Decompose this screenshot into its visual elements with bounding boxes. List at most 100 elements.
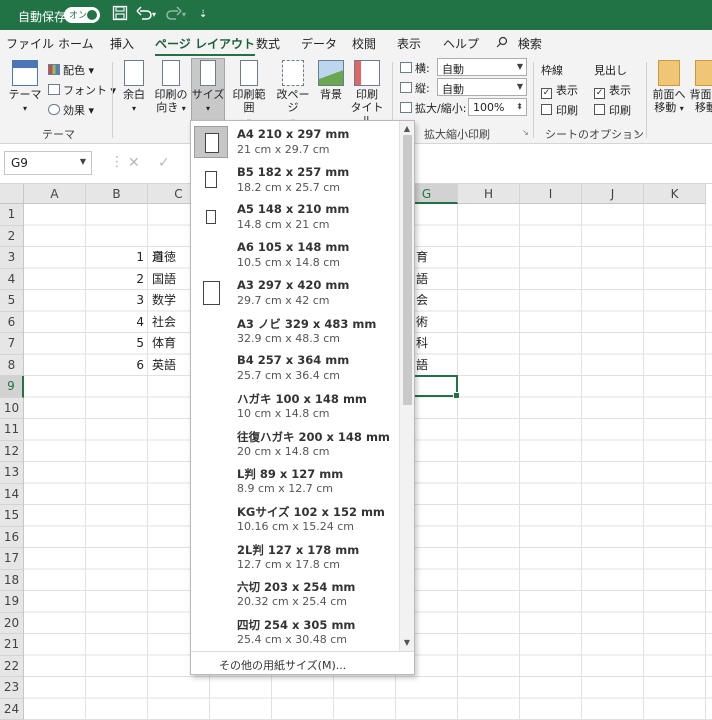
tab-review[interactable]: 校閲 bbox=[352, 35, 376, 52]
tab-view[interactable]: 表示 bbox=[397, 35, 421, 52]
paper-size-option[interactable]: A3 297 x 420 mm 29.7 cm x 42 cm bbox=[191, 274, 399, 312]
cell-b3[interactable]: 1 bbox=[86, 247, 144, 268]
breaks-button[interactable]: 改ページ▾ bbox=[273, 60, 313, 128]
select-all-corner[interactable] bbox=[0, 184, 24, 204]
cell-b8[interactable]: 6 bbox=[86, 355, 144, 376]
scroll-up-icon[interactable]: ▲ bbox=[400, 122, 414, 136]
cancel-icon[interactable]: ✕ bbox=[128, 155, 140, 171]
cell-c4[interactable]: 国語 bbox=[152, 269, 176, 290]
paper-size-option[interactable]: A3 ノビ 329 x 483 mm 32.9 cm x 48.3 cm bbox=[191, 312, 399, 350]
tab-home[interactable]: ホーム bbox=[58, 35, 94, 52]
row-header-12[interactable]: 12 bbox=[0, 440, 24, 462]
row-header-13[interactable]: 13 bbox=[0, 462, 24, 484]
row-header-4[interactable]: 4 bbox=[0, 268, 24, 290]
cell-b6[interactable]: 4 bbox=[86, 312, 144, 333]
cell-b5[interactable]: 3 bbox=[86, 290, 144, 311]
colors-button[interactable]: 配色 ▾ bbox=[48, 62, 94, 78]
tab-file[interactable]: ファイル bbox=[6, 35, 54, 52]
paper-size-option[interactable]: 往復ハガキ 200 x 148 mm 20 cm x 14.8 cm bbox=[191, 425, 399, 463]
column-header-b[interactable]: B bbox=[86, 184, 148, 204]
row-header-6[interactable]: 6 bbox=[0, 311, 24, 333]
row-header-2[interactable]: 2 bbox=[0, 225, 24, 247]
column-header-k[interactable]: K bbox=[644, 184, 706, 204]
themes-button[interactable]: テーマ ▾ bbox=[6, 60, 44, 115]
redo-icon[interactable]: ▾ bbox=[166, 5, 188, 25]
dialog-launcher-icon[interactable]: ↘ bbox=[633, 128, 640, 137]
row-header-22[interactable]: 22 bbox=[0, 655, 24, 677]
cell-c3[interactable]: 道徳 bbox=[152, 247, 176, 268]
enter-icon[interactable]: ✓ bbox=[158, 155, 170, 171]
column-header-h[interactable]: H bbox=[458, 184, 520, 204]
tab-page-layout[interactable]: ページ レイアウト bbox=[155, 35, 255, 57]
headings-view-checkbox[interactable]: ✓ 表示 bbox=[594, 82, 631, 99]
row-header-23[interactable]: 23 bbox=[0, 677, 24, 699]
row-header-3[interactable]: 3 bbox=[0, 247, 24, 269]
margins-button[interactable]: 余白 ▾ bbox=[118, 60, 150, 115]
column-header-i[interactable]: I bbox=[520, 184, 582, 204]
paper-size-option[interactable]: A5 148 x 210 mm 14.8 cm x 21 cm bbox=[191, 198, 399, 236]
dropdown-scrollbar[interactable]: ▲ ▼ bbox=[399, 121, 414, 651]
cell-g8[interactable]: 語 bbox=[416, 355, 428, 376]
row-header-8[interactable]: 8 bbox=[0, 354, 24, 376]
row-header-18[interactable]: 18 bbox=[0, 569, 24, 591]
tab-insert[interactable]: 挿入 bbox=[110, 35, 134, 52]
row-header-16[interactable]: 16 bbox=[0, 526, 24, 548]
paper-size-option[interactable]: A4 210 x 297 mm 21 cm x 29.7 cm bbox=[191, 123, 399, 161]
column-header-a[interactable]: A bbox=[24, 184, 86, 204]
height-select[interactable]: 自動 ▼ bbox=[437, 78, 527, 96]
paper-size-option[interactable]: KGサイズ 102 x 152 mm 10.16 cm x 15.24 cm bbox=[191, 500, 399, 538]
autosave-toggle[interactable]: オン bbox=[64, 7, 100, 23]
print-titles-button[interactable]: 印刷 タイトル bbox=[350, 60, 384, 127]
paper-size-option[interactable]: B4 257 x 364 mm 25.7 cm x 36.4 cm bbox=[191, 349, 399, 387]
row-header-19[interactable]: 19 bbox=[0, 591, 24, 613]
paper-size-option[interactable]: 四切 254 x 305 mm 25.4 cm x 30.48 cm bbox=[191, 613, 399, 651]
cell-c6[interactable]: 社会 bbox=[152, 312, 176, 333]
row-header-10[interactable]: 10 bbox=[0, 397, 24, 419]
column-header-j[interactable]: J bbox=[582, 184, 644, 204]
paper-size-option[interactable]: L判 89 x 127 mm 8.9 cm x 12.7 cm bbox=[191, 462, 399, 500]
row-header-5[interactable]: 5 bbox=[0, 290, 24, 312]
row-header-14[interactable]: 14 bbox=[0, 483, 24, 505]
cell-g3[interactable]: 育 bbox=[416, 247, 428, 268]
paper-size-option[interactable]: 六切 203 x 254 mm 20.32 cm x 25.4 cm bbox=[191, 575, 399, 613]
bring-forward-button[interactable]: 前面へ 移動 ▾ bbox=[651, 60, 687, 115]
row-header-11[interactable]: 11 bbox=[0, 419, 24, 441]
cell-c5[interactable]: 数学 bbox=[152, 290, 176, 311]
scrollbar-thumb[interactable] bbox=[403, 135, 412, 405]
width-select[interactable]: 自動 ▼ bbox=[437, 58, 527, 76]
paper-size-option[interactable]: ハガキ 100 x 148 mm 10 cm x 14.8 cm bbox=[191, 387, 399, 425]
row-header-17[interactable]: 17 bbox=[0, 548, 24, 570]
tab-formulas[interactable]: 数式 bbox=[256, 35, 280, 52]
gridlines-view-checkbox[interactable]: ✓ 表示 bbox=[541, 82, 578, 99]
headings-print-checkbox[interactable]: 印刷 bbox=[594, 102, 631, 118]
fonts-button[interactable]: フォント ▾ bbox=[48, 82, 116, 98]
cell-b7[interactable]: 5 bbox=[86, 333, 144, 354]
send-backward-button[interactable]: 背面へ 移動 bbox=[688, 60, 712, 114]
row-header-21[interactable]: 21 bbox=[0, 634, 24, 656]
background-button[interactable]: 背景 bbox=[315, 60, 347, 101]
more-paper-sizes-link[interactable]: その他の用紙サイズ(M)... bbox=[191, 651, 414, 675]
row-header-15[interactable]: 15 bbox=[0, 505, 24, 527]
orientation-button[interactable]: 印刷の 向き ▾ bbox=[152, 60, 190, 115]
row-header-9[interactable]: 9 bbox=[0, 376, 24, 398]
tab-data[interactable]: データ bbox=[301, 35, 337, 52]
row-header-7[interactable]: 7 bbox=[0, 333, 24, 355]
print-area-button[interactable]: 印刷範囲▾ bbox=[228, 60, 270, 128]
effects-button[interactable]: 効果 ▾ bbox=[48, 102, 94, 118]
search-box[interactable]: 検索 bbox=[496, 35, 542, 52]
customize-toolbar-icon[interactable]: ⇣ bbox=[199, 9, 207, 20]
paper-size-option[interactable]: A6 105 x 148 mm 10.5 cm x 14.8 cm bbox=[191, 236, 399, 274]
row-header-24[interactable]: 24 bbox=[0, 698, 24, 720]
dialog-launcher-icon[interactable]: ↘ bbox=[522, 128, 529, 137]
paper-size-option[interactable]: B5 182 x 257 mm 18.2 cm x 25.7 cm bbox=[191, 161, 399, 199]
scale-spinner[interactable]: 100% ⬍ bbox=[468, 98, 527, 116]
cell-g5[interactable]: 会 bbox=[416, 290, 428, 311]
name-box[interactable]: G9 ▼ bbox=[4, 151, 92, 175]
cell-g7[interactable]: 科 bbox=[416, 333, 428, 354]
size-button[interactable]: サイズ ▾ bbox=[191, 60, 225, 115]
undo-icon[interactable]: ▾ bbox=[136, 5, 158, 25]
cell-g6[interactable]: 術 bbox=[416, 312, 428, 333]
row-header-1[interactable]: 1 bbox=[0, 204, 24, 226]
save-icon[interactable] bbox=[112, 5, 128, 25]
tab-help[interactable]: ヘルプ bbox=[443, 35, 479, 52]
